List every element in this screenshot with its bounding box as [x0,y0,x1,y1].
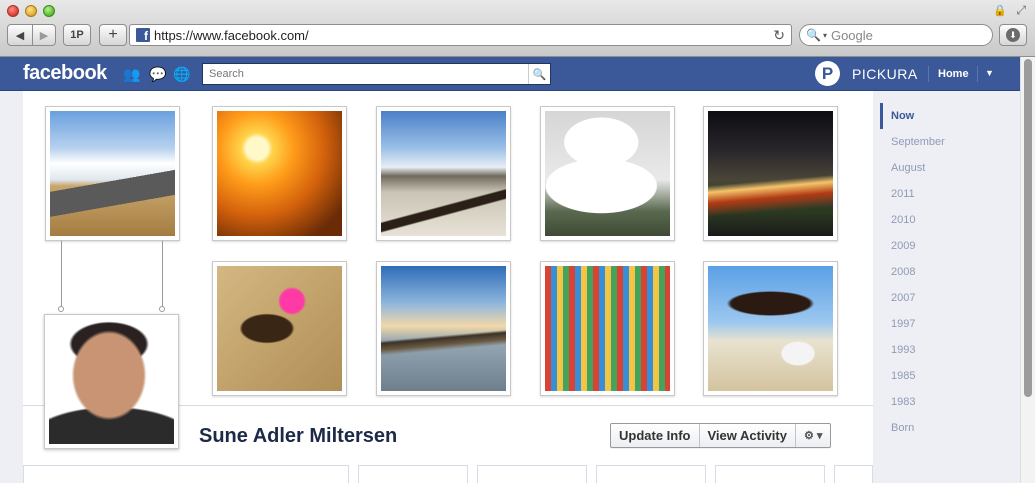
photo-surfer [708,266,833,391]
timeline-card [596,465,706,483]
minimize-window-button[interactable] [25,5,37,17]
header-divider [928,66,929,82]
gear-icon: ⚙ [803,430,814,442]
pickura-app-name[interactable]: PICKURA [852,66,918,82]
onepassword-button[interactable]: 1P [63,24,91,46]
cover-photo[interactable] [376,106,511,241]
hook [159,306,165,312]
update-info-button[interactable]: Update Info [611,424,700,447]
pickura-logo-icon[interactable]: P [815,61,840,86]
photo-bullfight [217,266,342,391]
facebook-header: facebook 👥 💬 🌐 🔍 P PICKURA Home ▼ [0,57,1020,91]
timeline-nav-item[interactable]: September [880,129,1010,155]
search-icon: 🔍 [806,28,821,42]
account-menu-chevron-icon[interactable]: ▼ [985,68,994,78]
close-window-button[interactable] [7,5,19,17]
timeline-nav-item[interactable]: 1983 [880,389,1010,415]
cover-photo[interactable] [212,106,347,241]
photo-boats [381,266,506,391]
photo-road [50,111,175,236]
timeline-nav-item[interactable]: 2010 [880,207,1010,233]
photo-temple [545,266,670,391]
profile-picture[interactable] [44,314,179,449]
cover-photo[interactable] [376,261,511,396]
search-icon[interactable]: 🔍 [528,64,550,84]
browser-chrome: 🔒 ⤢ ◀ ▶ 1P + f https://www.facebook.com/… [0,0,1035,57]
timeline-nav-item[interactable]: 2007 [880,285,1010,311]
fullscreen-icon[interactable]: ⤢ [1016,3,1026,18]
home-link[interactable]: Home [938,68,969,80]
timeline-nav-item[interactable]: August [880,155,1010,181]
zoom-window-button[interactable] [43,5,55,17]
profile-name[interactable]: Sune Adler Miltersen [199,425,397,448]
notifications-globe-icon[interactable]: 🌐 [173,66,190,82]
cover-photo[interactable] [540,106,675,241]
header-divider [977,66,978,82]
new-tab-button[interactable]: + [99,24,127,46]
cover-photo[interactable] [540,261,675,396]
timeline-year-nav: Now September August 2011 2010 2009 2008… [880,103,1010,441]
cover-photo[interactable] [45,106,180,241]
address-bar[interactable]: f https://www.facebook.com/ ↻ [129,24,792,46]
facebook-favicon-icon: f [136,28,150,42]
timeline-card [834,465,873,483]
cover-photo[interactable] [703,261,838,396]
lock-icon: 🔒 [993,5,1007,17]
timeline-card [358,465,468,483]
timeline-card [715,465,825,483]
browser-search-field[interactable]: 🔍 ▾ Google [799,24,993,46]
reload-icon[interactable]: ↻ [773,27,785,44]
cover-photo[interactable] [212,261,347,396]
facebook-logo[interactable]: facebook [23,62,107,85]
timeline-nav-item[interactable]: 2009 [880,233,1010,259]
facebook-search[interactable]: 🔍 [202,63,551,85]
browser-search-placeholder: Google [830,27,873,43]
back-button[interactable]: ◀ [7,24,33,46]
profile-actions: Update Info View Activity ⚙ ▾ [610,423,832,448]
timeline-card [23,465,349,483]
timeline-nav-item[interactable]: Born [880,415,1010,441]
scrollbar-thumb[interactable] [1024,59,1032,397]
timeline-card [477,465,587,483]
timeline-nav-item[interactable]: 2011 [880,181,1010,207]
timeline-nav-item[interactable]: 1985 [880,363,1010,389]
hanging-string [162,241,163,308]
timeline-nav-item[interactable]: 1993 [880,337,1010,363]
chevron-down-icon: ▾ [816,430,823,442]
download-icon: ⬇ [1006,28,1020,42]
facebook-search-input[interactable] [203,65,523,83]
photo-white-church [545,111,670,236]
view-activity-button[interactable]: View Activity [700,424,796,447]
settings-menu-button[interactable]: ⚙ ▾ [796,424,830,447]
photo-beach-driftwood [381,111,506,236]
chevron-down-icon[interactable]: ▾ [823,31,827,40]
timeline-nav-item[interactable]: 2008 [880,259,1010,285]
forward-button[interactable]: ▶ [32,24,56,46]
hook [58,306,64,312]
timeline-nav-item[interactable]: 1997 [880,311,1010,337]
timeline-nav-item[interactable]: Now [880,103,1010,129]
cover-photo[interactable] [703,106,838,241]
hanging-string [61,241,62,308]
messages-icon[interactable]: 💬 [149,66,166,82]
photo-city-night [708,111,833,236]
friend-requests-icon[interactable]: 👥 [123,66,140,82]
avatar [49,319,174,444]
address-text[interactable]: https://www.facebook.com/ [154,28,309,43]
photo-sunset [217,111,342,236]
downloads-button[interactable]: ⬇ [999,24,1027,46]
